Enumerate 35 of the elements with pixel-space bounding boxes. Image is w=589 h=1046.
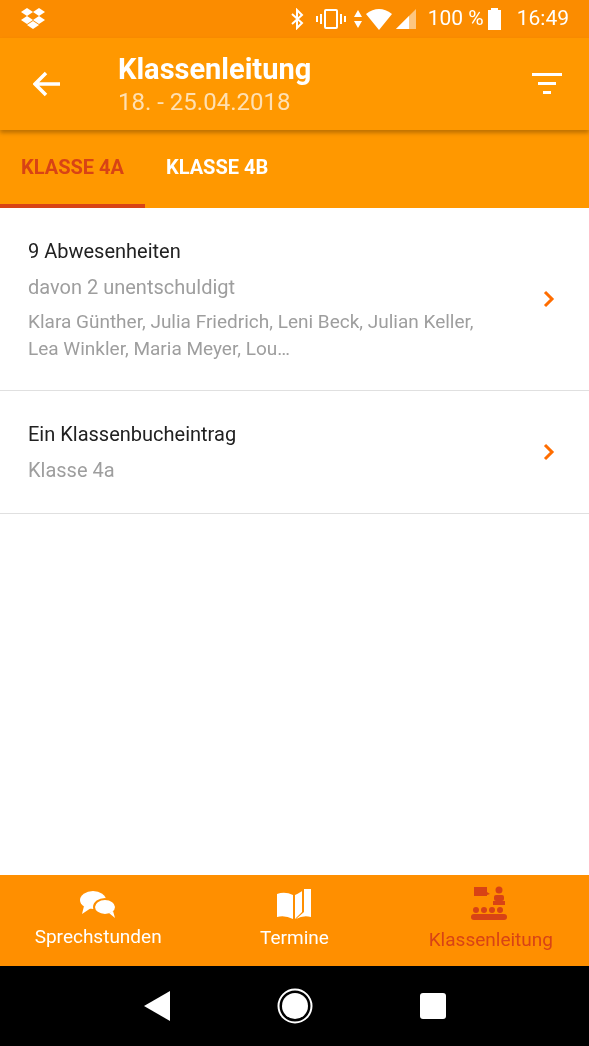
student-names: Klara Günther, Julia Friedrich, Leni Beck, Julian Keller, Lea Winkler, Maria Meyer, Lou…	[28, 309, 475, 362]
clock: 16:49	[516, 5, 569, 33]
date-range: 18. - 25.04.2018	[118, 87, 292, 118]
wifi-icon	[365, 8, 392, 30]
open-book-icon	[276, 888, 313, 921]
bluetooth-icon	[289, 8, 304, 30]
back-arrow-icon	[33, 71, 61, 97]
chat-bubbles-icon	[79, 889, 118, 920]
back-triangle-icon	[143, 990, 172, 1022]
screen-title: Klassenleitung	[118, 50, 313, 88]
back-nav-button[interactable]	[143, 990, 172, 1022]
chevron-right-icon	[543, 443, 555, 461]
item-title: Ein Klassenbucheintrag	[28, 421, 238, 448]
battery-percent: 100 %	[427, 5, 484, 33]
class-tab[interactable]: KLASSE 4B	[144, 130, 290, 208]
list-item[interactable]: Ein Klassenbucheintrag Klasse 4a	[0, 391, 589, 514]
bottom-nav-item[interactable]: Termine	[196, 875, 393, 966]
battery-icon	[487, 8, 501, 30]
bottom-nav-item[interactable]: Klassenleitung	[392, 875, 589, 966]
home-nav-button[interactable]	[277, 988, 314, 1024]
signal-icon	[395, 9, 416, 29]
item-subtitle: davon 2 unentschuldigt	[28, 274, 237, 301]
item-title: 9 Abwesenheiten	[28, 238, 182, 265]
square-icon	[419, 993, 446, 1019]
item-subtitle: Klasse 4a	[28, 457, 116, 484]
recents-nav-button[interactable]	[419, 993, 446, 1019]
data-arrows-icon	[353, 9, 362, 29]
class-tab[interactable]: KLASSE 4A	[0, 130, 145, 208]
filter-icon	[532, 73, 562, 95]
chevron-right-icon	[543, 290, 555, 308]
bottom-nav-item[interactable]: Sprechstunden	[0, 875, 197, 966]
home-circle-icon	[277, 988, 314, 1024]
list-item[interactable]: 9 Abwesenheiten davon 2 unentschuldigt Klara Günther, Julia Friedrich, Leni Beck, Julian Keller, Lea Winkler, Maria Meyer, Lou…	[0, 208, 589, 391]
vibrate-icon	[315, 8, 346, 30]
dropbox-icon	[20, 8, 46, 30]
